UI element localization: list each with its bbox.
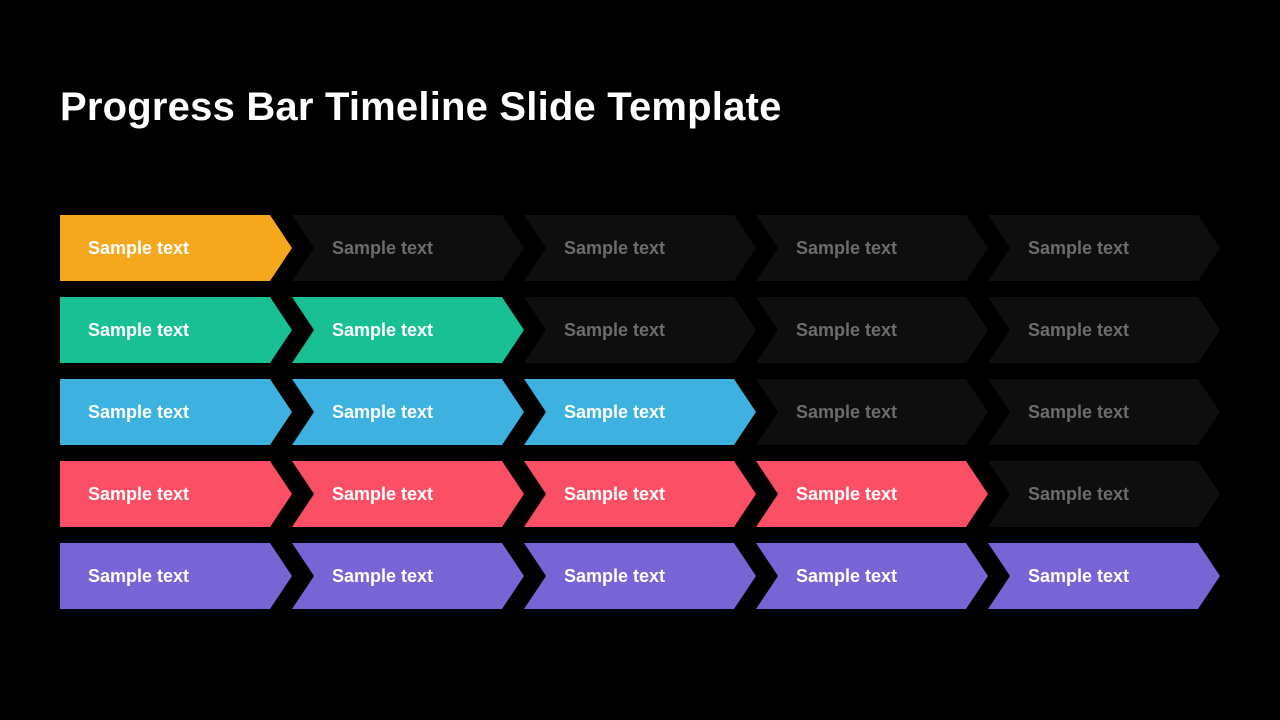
- segment-label: Sample text: [332, 238, 433, 259]
- progress-segment: Sample text: [60, 297, 292, 363]
- progress-segment: Sample text: [292, 215, 524, 281]
- segment-label: Sample text: [88, 238, 189, 259]
- progress-segment: Sample text: [756, 215, 988, 281]
- segment-label: Sample text: [332, 566, 433, 587]
- progress-segment: Sample text: [524, 379, 756, 445]
- segment-label: Sample text: [1028, 402, 1129, 423]
- progress-rows: Sample text Sample text Sample text Sample …: [60, 215, 1220, 625]
- segment-label: Sample text: [564, 238, 665, 259]
- progress-segment: Sample text: [988, 297, 1220, 363]
- segment-label: Sample text: [796, 484, 897, 505]
- progress-segment: Sample text: [756, 461, 988, 527]
- segment-label: Sample text: [1028, 238, 1129, 259]
- progress-segment: Sample text: [988, 215, 1220, 281]
- segment-label: Sample text: [796, 566, 897, 587]
- progress-segment: Sample text: [988, 379, 1220, 445]
- segment-label: Sample text: [332, 402, 433, 423]
- slide: Progress Bar Timeline Slide Template Sam…: [0, 0, 1280, 720]
- progress-segment: Sample text: [988, 461, 1220, 527]
- segment-label: Sample text: [88, 566, 189, 587]
- progress-segment: Sample text: [756, 543, 988, 609]
- progress-segment: Sample text: [524, 297, 756, 363]
- progress-segment: Sample text: [756, 297, 988, 363]
- segment-label: Sample text: [796, 402, 897, 423]
- progress-row: Sample text Sample text Sample text Sample …: [60, 461, 1220, 527]
- segment-label: Sample text: [332, 320, 433, 341]
- progress-segment: Sample text: [988, 543, 1220, 609]
- segment-label: Sample text: [564, 320, 665, 341]
- progress-segment: Sample text: [524, 461, 756, 527]
- progress-row: Sample text Sample text Sample text Sample …: [60, 215, 1220, 281]
- segment-label: Sample text: [88, 402, 189, 423]
- progress-segment: Sample text: [60, 215, 292, 281]
- progress-row: Sample text Sample text Sample text Sample …: [60, 297, 1220, 363]
- segment-label: Sample text: [564, 484, 665, 505]
- progress-row: Sample text Sample text Sample text Sample …: [60, 379, 1220, 445]
- segment-label: Sample text: [564, 402, 665, 423]
- segment-label: Sample text: [332, 484, 433, 505]
- segment-label: Sample text: [564, 566, 665, 587]
- segment-label: Sample text: [88, 320, 189, 341]
- segment-label: Sample text: [1028, 566, 1129, 587]
- progress-segment: Sample text: [524, 215, 756, 281]
- segment-label: Sample text: [1028, 484, 1129, 505]
- progress-segment: Sample text: [60, 543, 292, 609]
- progress-segment: Sample text: [60, 461, 292, 527]
- segment-label: Sample text: [796, 320, 897, 341]
- progress-segment: Sample text: [292, 543, 524, 609]
- segment-label: Sample text: [796, 238, 897, 259]
- progress-segment: Sample text: [756, 379, 988, 445]
- slide-title: Progress Bar Timeline Slide Template: [60, 85, 782, 130]
- progress-segment: Sample text: [292, 297, 524, 363]
- progress-segment: Sample text: [292, 379, 524, 445]
- progress-segment: Sample text: [524, 543, 756, 609]
- segment-label: Sample text: [88, 484, 189, 505]
- segment-label: Sample text: [1028, 320, 1129, 341]
- progress-row: Sample text Sample text Sample text Sample …: [60, 543, 1220, 609]
- progress-segment: Sample text: [292, 461, 524, 527]
- progress-segment: Sample text: [60, 379, 292, 445]
